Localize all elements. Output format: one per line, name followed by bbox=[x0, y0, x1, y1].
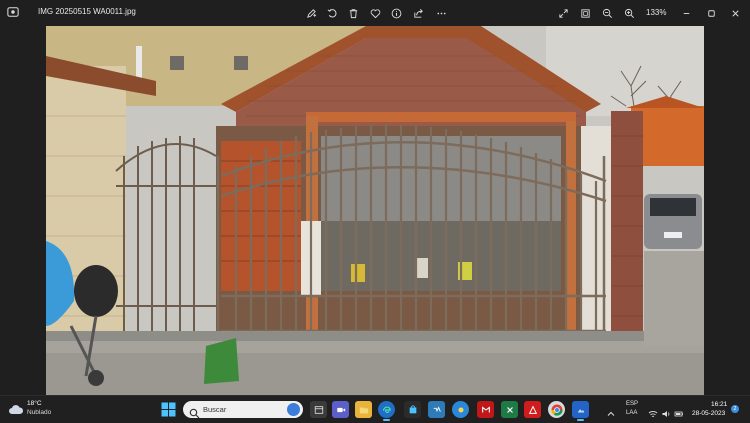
minimize-icon[interactable] bbox=[677, 4, 695, 22]
weather-condition[interactable]: Nublado bbox=[27, 409, 51, 416]
delete-icon[interactable] bbox=[344, 4, 362, 22]
video-call-icon[interactable] bbox=[332, 401, 349, 418]
edge-icon[interactable] bbox=[378, 401, 395, 421]
weather-temperature[interactable]: 18°C bbox=[27, 400, 42, 407]
taskbar-search-box[interactable]: Buscar bbox=[183, 401, 303, 419]
mcafee-icon[interactable] bbox=[477, 401, 494, 418]
file-explorer-icon[interactable] bbox=[310, 401, 327, 418]
search-icon bbox=[189, 404, 200, 419]
notification-badge[interactable]: 2 bbox=[731, 405, 739, 413]
close-icon[interactable] bbox=[726, 4, 744, 22]
acrobat-icon[interactable] bbox=[524, 401, 541, 418]
bing-icon bbox=[287, 403, 300, 416]
active-indicator bbox=[577, 419, 584, 421]
language-indicator[interactable]: ESP bbox=[626, 401, 638, 407]
store-icon[interactable] bbox=[404, 401, 421, 418]
battery-icon[interactable] bbox=[674, 404, 684, 417]
file-name: IMG 20250515 WA0011.jpg bbox=[38, 7, 136, 16]
search-placeholder: Buscar bbox=[203, 404, 227, 414]
folder-icon[interactable] bbox=[355, 401, 372, 418]
chrome-icon[interactable] bbox=[548, 401, 565, 418]
zoom-in-icon[interactable] bbox=[620, 4, 638, 22]
expand-icon[interactable] bbox=[554, 4, 572, 22]
python-icon[interactable] bbox=[428, 401, 445, 418]
photos-icon[interactable] bbox=[572, 401, 589, 421]
weather-app-icon[interactable] bbox=[452, 401, 469, 418]
more-icon[interactable] bbox=[432, 4, 450, 22]
rotate-icon[interactable] bbox=[323, 4, 341, 22]
zoom-level[interactable]: 133% bbox=[646, 8, 666, 17]
volume-icon[interactable] bbox=[661, 404, 671, 417]
fit-icon[interactable] bbox=[576, 4, 594, 22]
favorite-icon[interactable] bbox=[366, 4, 384, 22]
cloud-icon[interactable] bbox=[8, 402, 24, 416]
photo-house-with-gate bbox=[46, 26, 704, 395]
chevron-up-icon[interactable] bbox=[606, 404, 616, 416]
title-bar: IMG 20250515 WA0011.jpg 133% bbox=[0, 0, 750, 26]
keyboard-layout[interactable]: LAA bbox=[626, 410, 637, 416]
image-viewer[interactable] bbox=[0, 26, 750, 395]
wifi-icon[interactable] bbox=[648, 404, 658, 417]
taskbar: 18°C Nublado Buscar ESP LAA 16:21 28-05-… bbox=[0, 395, 750, 423]
share-icon[interactable] bbox=[409, 4, 427, 22]
photos-app-icon bbox=[6, 5, 20, 19]
excel-icon[interactable] bbox=[501, 401, 518, 418]
clock-time[interactable]: 16:21 bbox=[711, 401, 727, 408]
info-icon[interactable] bbox=[387, 4, 405, 22]
maximize-icon[interactable] bbox=[702, 4, 720, 22]
clock-date[interactable]: 28-05-2023 bbox=[692, 410, 725, 417]
active-indicator bbox=[383, 419, 390, 421]
edit-icon[interactable] bbox=[302, 4, 320, 22]
windows-start-icon[interactable] bbox=[161, 402, 176, 417]
zoom-out-icon[interactable] bbox=[598, 4, 616, 22]
